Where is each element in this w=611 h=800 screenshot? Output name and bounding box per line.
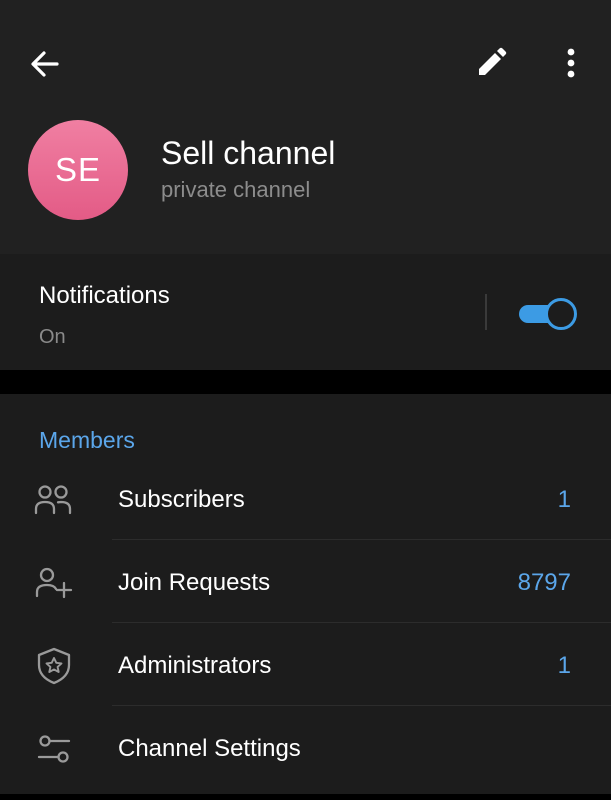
notifications-label: Notifications	[39, 282, 170, 309]
subscribers-row[interactable]: Subscribers 1	[0, 460, 611, 540]
person-add-icon	[33, 563, 75, 603]
channel-avatar[interactable]: SE	[28, 120, 128, 220]
row-divider	[112, 622, 611, 623]
row-divider	[112, 539, 611, 540]
avatar-initials: SE	[54, 151, 102, 188]
join-requests-count: 8797	[517, 569, 571, 596]
vertical-divider	[485, 294, 487, 330]
administrators-row[interactable]: Administrators 1	[0, 626, 611, 706]
channel-settings-row[interactable]: Channel Settings	[0, 709, 611, 789]
notifications-status: On	[39, 326, 66, 348]
back-arrow-icon[interactable]	[28, 47, 62, 81]
channel-settings-label: Channel Settings	[118, 735, 301, 762]
row-divider	[112, 705, 611, 706]
sliders-icon	[33, 729, 75, 769]
more-vertical-icon[interactable]	[556, 46, 586, 80]
shield-star-icon	[33, 646, 75, 686]
administrators-count: 1	[557, 652, 571, 679]
join-requests-row[interactable]: Join Requests 8797	[0, 543, 611, 623]
pencil-icon[interactable]	[474, 46, 508, 80]
administrators-label: Administrators	[118, 652, 272, 679]
notifications-toggle[interactable]	[519, 298, 577, 330]
members-section-title: Members	[39, 427, 135, 453]
subscribers-count: 1	[557, 486, 571, 513]
channel-title: Sell channel	[161, 135, 336, 171]
subscribers-label: Subscribers	[118, 486, 245, 513]
join-requests-label: Join Requests	[118, 569, 271, 596]
toggle-knob	[545, 298, 577, 330]
people-icon	[33, 480, 75, 520]
channel-subtitle: private channel	[161, 177, 311, 202]
